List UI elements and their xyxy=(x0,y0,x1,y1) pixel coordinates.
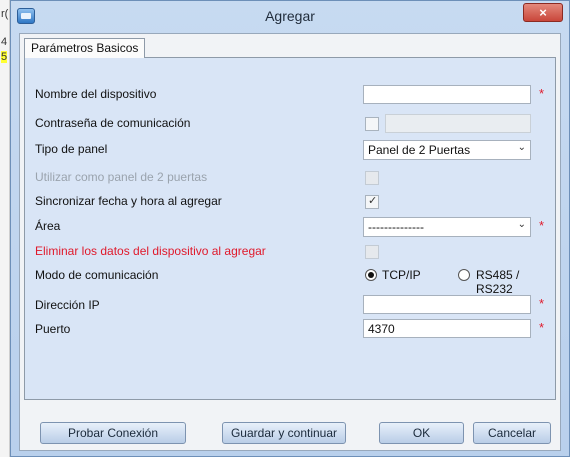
checkmark-icon: ✓ xyxy=(368,195,378,207)
use-2-door-checkbox[interactable] xyxy=(365,171,379,185)
ok-button[interactable]: OK xyxy=(379,422,464,444)
device-name-label: Nombre del dispositivo xyxy=(35,87,157,101)
background-fragment: 4 xyxy=(1,36,8,48)
comm-password-label: Contraseña de comunicación xyxy=(35,116,191,130)
chevron-down-icon: ⌄ xyxy=(517,142,526,153)
required-marker: * xyxy=(539,296,545,311)
basic-parameters-panel: Nombre del dispositivo * Contraseña de c… xyxy=(24,57,556,400)
port-input[interactable] xyxy=(363,319,531,338)
panel-type-label: Tipo de panel xyxy=(35,142,108,156)
comm-mode-label: Modo de comunicación xyxy=(35,268,159,282)
tab-basic-parameters[interactable]: Parámetros Basicos xyxy=(24,38,146,58)
background-app-strip: r( 4 5 xyxy=(0,0,10,457)
ip-address-label: Dirección IP xyxy=(35,298,100,312)
radio-rs485-label: RS485 / RS232 xyxy=(476,268,520,296)
add-device-dialog: Agregar × Parámetros Basicos Nombre del … xyxy=(10,0,570,457)
use-2-door-label: Utilizar como panel de 2 puertas xyxy=(35,170,208,184)
background-fragment-highlight: 5 xyxy=(1,51,8,63)
delete-data-label: Eliminar los datos del dispositivo al ag… xyxy=(35,244,266,258)
button-bar: Probar Conexión Guardar y continuar OK C… xyxy=(24,400,556,448)
panel-type-select[interactable]: Panel de 2 Puertas ⌄ xyxy=(363,140,531,160)
title-bar[interactable]: Agregar × xyxy=(11,1,569,31)
radio-tcpip[interactable] xyxy=(365,269,377,281)
dialog-body: Parámetros Basicos Nombre del dispositiv… xyxy=(19,33,561,451)
dialog-title: Agregar xyxy=(265,8,315,24)
close-icon: × xyxy=(539,5,547,20)
radio-rs485[interactable] xyxy=(458,269,470,281)
save-continue-button[interactable]: Guardar y continuar xyxy=(222,422,346,444)
comm-password-input[interactable] xyxy=(385,114,531,133)
required-marker: * xyxy=(539,86,545,101)
area-select[interactable]: -------------- ⌄ xyxy=(363,217,531,237)
ip-address-input[interactable] xyxy=(363,295,531,314)
device-name-input[interactable] xyxy=(363,85,531,104)
test-connection-button[interactable]: Probar Conexión xyxy=(40,422,186,444)
required-marker: * xyxy=(539,218,545,233)
area-selected: -------------- xyxy=(368,220,424,234)
chevron-down-icon: ⌄ xyxy=(517,219,526,230)
panel-type-selected: Panel de 2 Puertas xyxy=(368,143,471,157)
delete-data-checkbox[interactable] xyxy=(365,245,379,259)
sync-time-checkbox[interactable]: ✓ xyxy=(365,195,379,209)
radio-tcpip-label: TCP/IP xyxy=(382,268,421,282)
background-fragment: r( xyxy=(1,8,9,20)
comm-password-checkbox[interactable] xyxy=(365,117,379,131)
required-marker: * xyxy=(539,320,545,335)
cancel-button[interactable]: Cancelar xyxy=(473,422,551,444)
port-label: Puerto xyxy=(35,322,71,336)
close-button[interactable]: × xyxy=(523,3,563,22)
area-label: Área xyxy=(35,219,61,233)
sync-time-label: Sincronizar fecha y hora al agregar xyxy=(35,194,222,208)
